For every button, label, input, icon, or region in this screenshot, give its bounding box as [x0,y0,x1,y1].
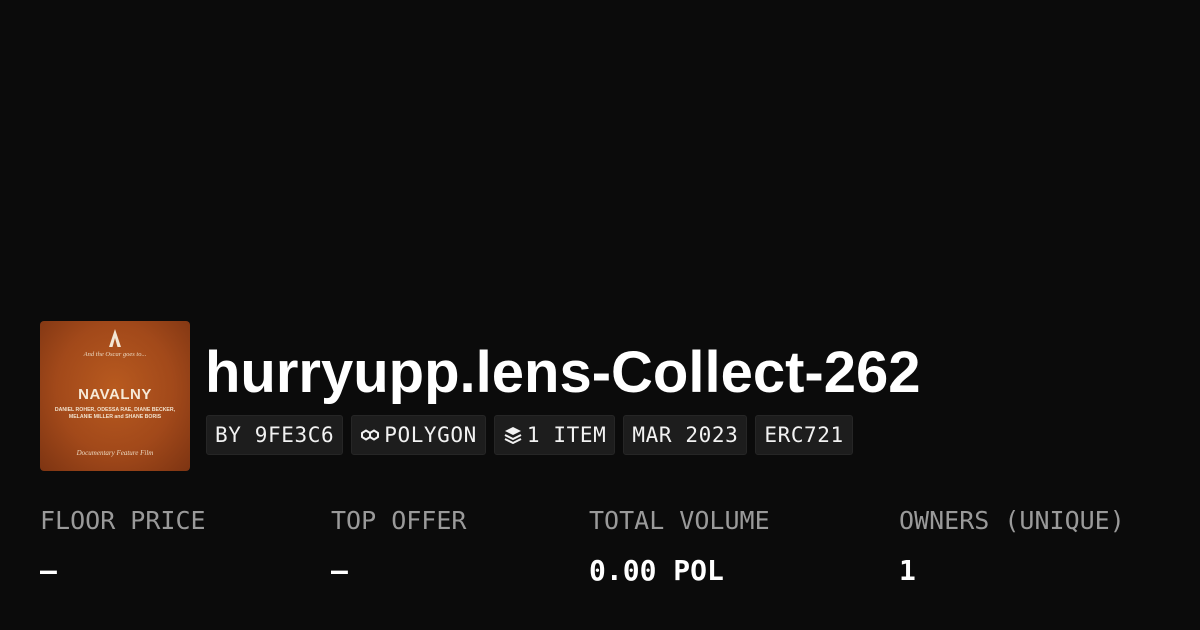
items-badge[interactable]: 1 ITEM [493,415,616,455]
layers-icon [503,426,523,444]
stat-value: 1 [899,554,916,587]
collection-title: hurryupp.lens-Collect-262 [205,340,921,405]
image-category: Documentary Feature Film [76,449,154,457]
image-credits-line: DANIEL ROHER, ODESSA RAE, DIANE BECKER, [54,407,176,413]
image-film-title: NAVALNY [78,386,152,403]
date-badge-label: MAR 2023 [632,423,739,447]
standard-badge: ERC721 [755,415,853,455]
items-badge-label: 1 ITEM [526,423,607,447]
oscar-statuette-icon [40,329,190,352]
image-credits: DANIEL ROHER, ODESSA RAE, DIANE BECKER, … [44,407,186,421]
standard-badge-label: ERC721 [764,423,844,447]
stat-total-volume: TOTAL VOLUME 0.00 POL [589,505,770,587]
image-tagline: And the Oscar goes to... [83,351,147,358]
date-badge: MAR 2023 [623,415,748,455]
stat-top-offer: TOP OFFER – [331,505,466,587]
image-credits-line: MELANIE MILLER and SHANE BORIS [68,414,162,420]
chain-badge[interactable]: POLYGON [351,415,486,455]
stat-value: – [40,554,57,587]
polygon-chain-icon [360,427,380,443]
stat-label: FLOOR PRICE [40,506,206,535]
creator-badge-label: BY 9FE3C6 [215,423,335,447]
stat-label: OWNERS (UNIQUE) [899,506,1125,535]
stat-owners: OWNERS (UNIQUE) 1 [899,505,1125,587]
stat-value: – [331,554,348,587]
stat-floor-price: FLOOR PRICE – [40,505,206,587]
stat-label: TOTAL VOLUME [589,506,770,535]
creator-badge[interactable]: BY 9FE3C6 [206,415,344,455]
chain-badge-label: POLYGON [384,423,477,447]
stat-value: 0.00 POL [589,554,724,587]
collection-badges: BY 9FE3C6 POLYGON 1 ITEM MAR 2023 ERC721 [206,415,853,455]
stat-label: TOP OFFER [331,506,467,535]
collection-image: And the Oscar goes to... NAVALNY DANIEL … [40,321,190,471]
